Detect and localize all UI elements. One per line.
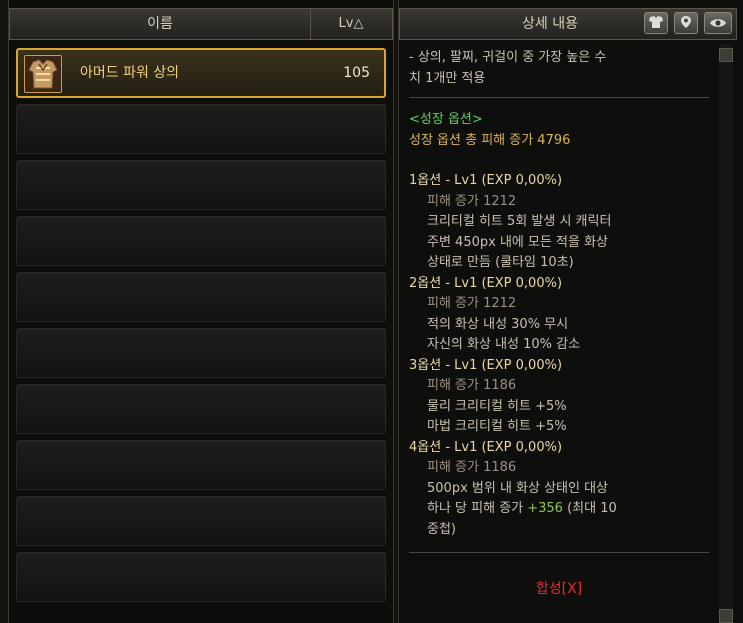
empty-item-row [16,272,386,322]
option-4-text: (최대 10 [562,501,617,516]
option-4-text: 하나 당 피해 증가 [427,501,528,516]
option-3-line: 물리 크리티컬 히트 +5% [427,398,567,414]
empty-item-row [16,328,386,378]
growth-option-header: <성장 옵션> [409,112,483,127]
eye-button[interactable] [704,12,732,34]
sort-by-name-header[interactable]: 이름 [10,9,311,39]
empty-item-row [16,216,386,266]
option-1-line: 주변 450px 내에 모든 적을 화상 [427,234,609,250]
description-line: 치 1개만 적용 [409,70,486,86]
option-2-line: 자신의 화상 내성 10% 감소 [427,337,581,352]
eye-icon [709,14,727,33]
detail-scrollbar[interactable] [719,44,733,623]
option-1-line: 크리티컬 히트 5회 발생 시 캐릭터 [427,214,612,229]
synthesis-status: 합성[X] [535,581,583,597]
location-pin-button[interactable] [674,12,698,34]
armor-view-button[interactable] [644,12,668,34]
option-4-title: 4옵션 - Lv1 (EXP 0,00%) [409,439,563,455]
detail-header: 상세 내용 [399,8,737,40]
option-2-title: 2옵션 - Lv1 (EXP 0,00%) [409,275,563,291]
item-level: 105 [343,65,370,81]
growth-option-total: 성장 옵션 총 피해 증가 4796 [409,132,571,148]
option-2-damage: 피해 증가 1212 [427,296,517,311]
scroll-up-button[interactable] [719,48,733,62]
empty-item-row [16,552,386,602]
option-1-line: 상태로 만듬 (쿨타임 10초) [427,255,574,270]
divider [409,97,709,98]
option-4-damage: 피해 증가 1186 [427,460,517,475]
option-4-line: 중첩) [427,521,456,537]
option-3-title: 3옵션 - Lv1 (EXP 0,00%) [409,357,563,373]
detail-content: - 상의, 팔찌, 귀걸이 중 가장 높은 수 치 1개만 적용 <성장 옵션>… [409,48,715,565]
scroll-down-button[interactable] [719,609,733,623]
item-row-selected[interactable]: 아머드 파워 상의 105 [16,48,386,98]
empty-item-row [16,440,386,490]
option-3-line: 마법 크리티컬 히트 +5% [427,419,567,434]
empty-item-row [16,160,386,210]
sort-by-level-header[interactable]: Lv△ [310,9,392,39]
option-2-line: 적의 화상 내성 30% 무시 [427,316,569,332]
item-list: 아머드 파워 상의 105 [16,48,386,608]
armor-top-icon [24,55,62,93]
empty-item-row [16,384,386,434]
empty-item-row [16,104,386,154]
divider [409,552,709,553]
description-line: - 상의, 팔찌, 귀걸이 중 가장 높은 수 [409,50,607,65]
option-3-damage: 피해 증가 1186 [427,378,517,393]
armor-view-icon [648,14,664,33]
option-4-line: 500px 범위 내 화상 상태인 대상 [427,480,609,496]
item-list-panel: 이름 Lv△ 아머드 파워 상의 105 [8,0,394,623]
detail-panel: 상세 내용 - 상의, 팔찌, 귀걸이 중 가장 높은 수 치 1개만 적용 <… [398,0,743,623]
option-4-line: 하나 당 피해 증가 +356 (최대 10 [409,499,715,520]
option-1-damage: 피해 증가 1212 [427,193,517,209]
option-4-bonus-value: +356 [527,501,563,516]
list-header: 이름 Lv△ [9,8,393,40]
item-name: 아머드 파워 상의 [80,65,180,81]
option-1-title: 1옵션 - Lv1 (EXP 0,00%) [409,173,563,188]
location-pin-icon [680,14,692,33]
empty-item-row [16,496,386,546]
